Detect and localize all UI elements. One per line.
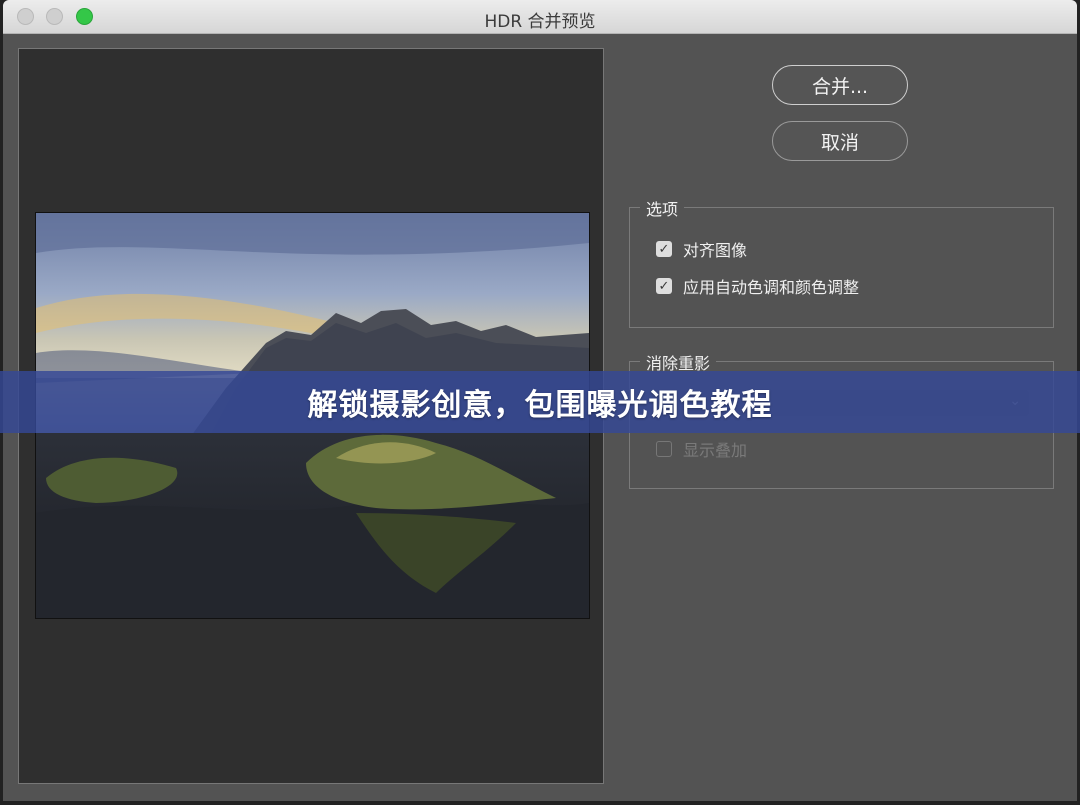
title-bar: HDR 合并预览 [3,0,1077,34]
options-title: 选项 [640,196,685,220]
checkbox-empty-icon[interactable] [656,441,672,457]
check-icon[interactable]: ✓ [656,278,672,294]
check-icon[interactable]: ✓ [656,241,672,257]
align-images-option[interactable]: ✓ 对齐图像 [656,237,747,261]
merge-button[interactable]: 合并... [772,65,908,105]
show-overlay-option[interactable]: 显示叠加 [656,437,747,461]
auto-tone-label: 应用自动色调和颜色调整 [683,278,860,297]
cancel-button[interactable]: 取消 [772,121,908,161]
options-group: 选项 ✓ 对齐图像 ✓ 应用自动色调和颜色调整 [629,196,1054,328]
window-title: HDR 合并预览 [484,12,596,32]
auto-tone-option[interactable]: ✓ 应用自动色调和颜色调整 [656,274,859,298]
show-overlay-label: 显示叠加 [683,441,748,460]
align-images-label: 对齐图像 [683,241,748,260]
tutorial-banner: 解锁摄影创意，包围曝光调色教程 [0,371,1080,433]
